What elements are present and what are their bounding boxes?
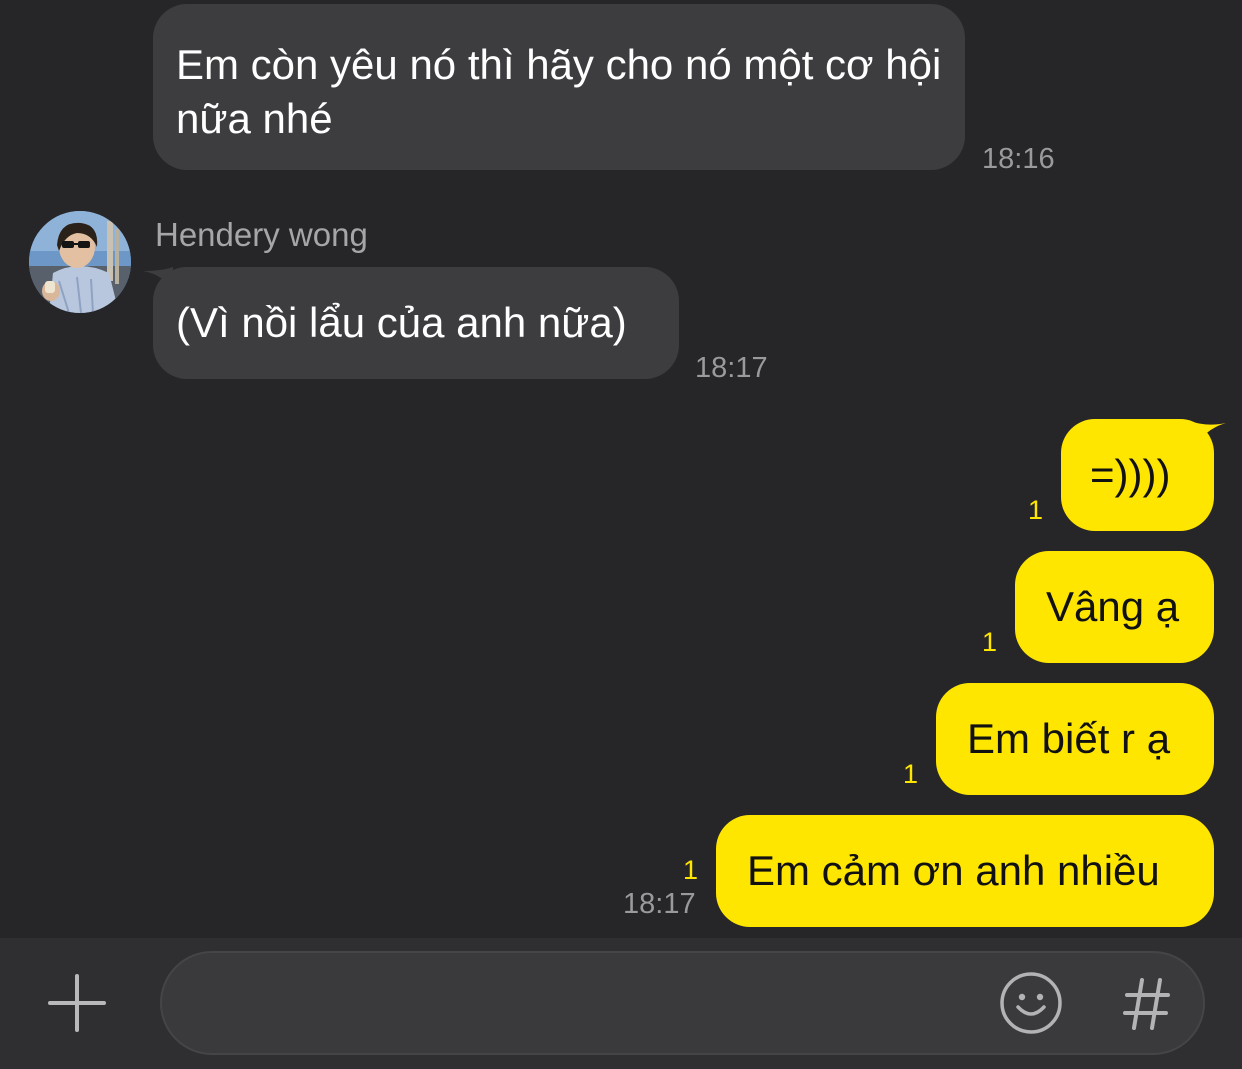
outgoing-message-bubble[interactable]: Em cảm ơn anh nhiều — [716, 815, 1214, 927]
hashtag-icon — [1123, 978, 1170, 1030]
unread-count: 1 — [683, 855, 699, 885]
emoji-button[interactable] — [999, 971, 1063, 1035]
sender-name: Hendery wong — [155, 216, 368, 253]
outgoing-message-bubble[interactable]: Em biết r ạ — [936, 683, 1214, 795]
unread-count: 1 — [1028, 495, 1044, 525]
smiley-icon — [1000, 972, 1062, 1034]
hashtag-button[interactable] — [1122, 976, 1172, 1032]
outgoing-message-bubble[interactable]: Vâng ạ — [1015, 551, 1214, 663]
avatar-photo — [29, 211, 131, 313]
message-text: Em còn yêu nó thì hãy cho nó một cơ hội … — [176, 41, 942, 142]
unread-count: 1 — [903, 759, 919, 789]
message-timestamp: 18:17 — [695, 352, 768, 384]
unread-count: 1 — [982, 627, 998, 657]
plus-icon — [48, 974, 106, 1032]
outgoing-message-bubble[interactable]: =)))) — [1061, 419, 1214, 531]
message-text: =)))) — [1090, 451, 1171, 498]
message-text: Vâng ạ — [1046, 583, 1180, 630]
chat-area[interactable]: Em còn yêu nó thì hãy cho nó một cơ hội … — [0, 0, 1242, 938]
add-attachment-button[interactable] — [46, 973, 108, 1033]
incoming-message-bubble[interactable]: Em còn yêu nó thì hãy cho nó một cơ hội … — [153, 4, 965, 170]
message-timestamp: 18:16 — [982, 143, 1055, 175]
incoming-message-bubble[interactable]: (Vì nồi lẩu của anh nữa) — [153, 267, 679, 379]
message-text: Em cảm ơn anh nhiều — [747, 847, 1160, 894]
message-text: (Vì nồi lẩu của anh nữa) — [176, 299, 627, 346]
message-text: Em biết r ạ — [967, 715, 1171, 762]
sender-avatar[interactable] — [29, 211, 131, 313]
message-timestamp: 18:17 — [623, 888, 696, 920]
